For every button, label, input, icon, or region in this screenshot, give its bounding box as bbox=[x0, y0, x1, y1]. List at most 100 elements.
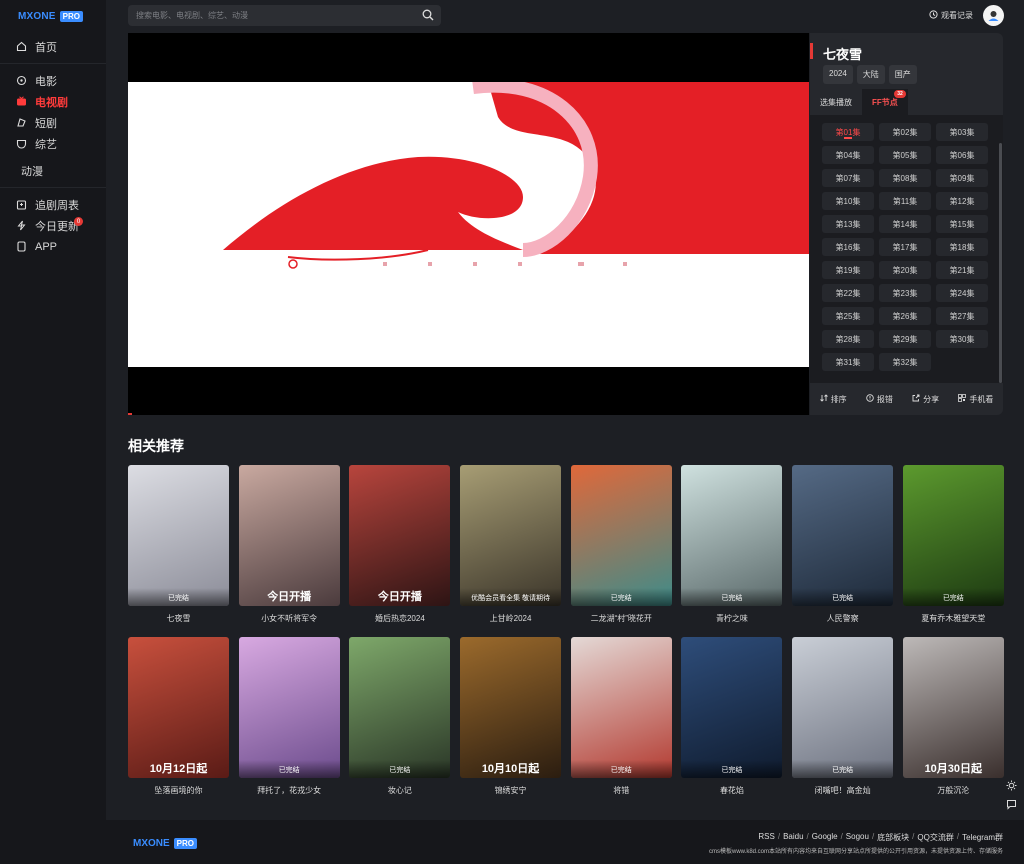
tab-ff-node[interactable]: FF节点 32 bbox=[862, 89, 908, 115]
poster-image[interactable]: 已完结 bbox=[792, 465, 894, 606]
nav-item-schedule[interactable]: 追剧周表 bbox=[0, 194, 106, 215]
video-player[interactable] bbox=[128, 33, 809, 415]
sort-button[interactable]: 排序 bbox=[819, 394, 847, 405]
footer-link[interactable]: QQ交流群 bbox=[917, 832, 953, 843]
footer-link[interactable]: Google bbox=[812, 832, 838, 843]
nav-item-today-updates[interactable]: 今日更新 0 bbox=[0, 215, 106, 236]
poster-image[interactable]: 优酷会员看全集 敬请期待 bbox=[460, 465, 562, 606]
nav-item-app[interactable]: APP bbox=[0, 236, 106, 257]
episode-button[interactable]: 第12集 bbox=[936, 192, 988, 210]
footer-logo[interactable]: MXONE PRO bbox=[133, 838, 198, 849]
video-progress-bar[interactable] bbox=[128, 413, 132, 415]
watch-history-link[interactable]: 观看记录 bbox=[929, 10, 973, 21]
poster-image[interactable]: 今日开播 bbox=[349, 465, 451, 606]
poster-image[interactable]: 已完结 bbox=[570, 637, 672, 778]
poster-image[interactable]: 已完结 bbox=[902, 465, 1004, 606]
nav-item-movie[interactable]: 电影 bbox=[0, 70, 106, 91]
related-card[interactable]: 已完结 二龙湖“村”晓花开 bbox=[570, 465, 672, 624]
episode-button[interactable]: 第15集 bbox=[936, 215, 988, 233]
related-card[interactable]: 10月12日起 坠落画境的你 bbox=[128, 637, 229, 796]
footer-link[interactable]: Telegram群 bbox=[962, 832, 1003, 843]
related-card[interactable]: 10月30日起 万般沉沦 bbox=[902, 637, 1004, 796]
poster-image[interactable]: 已完结 bbox=[792, 637, 894, 778]
related-card[interactable]: 已完结 人民警察 bbox=[792, 465, 894, 624]
mobile-watch-button[interactable]: 手机看 bbox=[958, 394, 993, 405]
tab-episode-select[interactable]: 选集播放 bbox=[810, 89, 862, 115]
related-card[interactable]: 优酷会员看全集 敬请期待 上甘岭2024 bbox=[460, 465, 562, 624]
tag-category[interactable]: 国产 bbox=[888, 65, 917, 84]
nav-item-tv[interactable]: 电视剧 bbox=[0, 91, 106, 112]
report-button[interactable]: 报错 bbox=[866, 394, 893, 405]
episode-button[interactable]: 第23集 bbox=[879, 284, 931, 302]
episode-button[interactable]: 第16集 bbox=[822, 238, 874, 256]
poster-image[interactable]: 已完结 bbox=[128, 465, 229, 606]
episode-button[interactable]: 第32集 bbox=[879, 353, 931, 371]
episode-button[interactable]: 第10集 bbox=[822, 192, 874, 210]
episode-button[interactable]: 第03集 bbox=[936, 123, 988, 141]
episode-button[interactable]: 第05集 bbox=[879, 146, 931, 164]
related-card[interactable]: 已完结 夏有乔木雅望天堂 bbox=[902, 465, 1004, 624]
search-input[interactable] bbox=[136, 11, 416, 20]
poster-image[interactable]: 已完结 bbox=[238, 637, 340, 778]
nav-item-anime[interactable]: 动漫 bbox=[0, 160, 106, 181]
episode-button[interactable]: 第30集 bbox=[936, 330, 988, 348]
episode-button[interactable]: 第02集 bbox=[879, 123, 931, 141]
episode-button[interactable]: 第11集 bbox=[879, 192, 931, 210]
poster-image[interactable]: 已完结 bbox=[681, 465, 783, 606]
footer-link[interactable]: Sogou bbox=[846, 832, 869, 843]
episode-button[interactable]: 第04集 bbox=[822, 146, 874, 164]
poster-image[interactable]: 已完结 bbox=[681, 637, 783, 778]
episode-button[interactable]: 第19集 bbox=[822, 261, 874, 279]
episode-button[interactable]: 第25集 bbox=[822, 307, 874, 325]
related-card[interactable]: 已完结 春花焰 bbox=[681, 637, 783, 796]
episode-button[interactable]: 第17集 bbox=[879, 238, 931, 256]
user-avatar[interactable] bbox=[983, 5, 1004, 26]
poster-image[interactable]: 已完结 bbox=[349, 637, 451, 778]
episode-button[interactable]: 第08集 bbox=[879, 169, 931, 187]
share-button[interactable]: 分享 bbox=[912, 394, 939, 405]
episode-button[interactable]: 第29集 bbox=[879, 330, 931, 348]
tag-year[interactable]: 2024 bbox=[823, 65, 853, 84]
search-icon[interactable] bbox=[422, 9, 434, 24]
related-card[interactable]: 已完结 拜托了，花戎少女 bbox=[238, 637, 340, 796]
related-card[interactable]: 已完结 青柠之味 bbox=[681, 465, 783, 624]
footer-link[interactable]: 底部板块 bbox=[877, 832, 909, 843]
nav-item-short-drama[interactable]: 短剧 bbox=[0, 112, 106, 133]
feedback-icon[interactable] bbox=[1006, 799, 1017, 813]
theme-toggle-icon[interactable] bbox=[1006, 780, 1017, 794]
episode-button[interactable]: 第18集 bbox=[936, 238, 988, 256]
episode-button[interactable]: 第31集 bbox=[822, 353, 874, 371]
related-card[interactable]: 今日开播 婚后热恋2024 bbox=[349, 465, 451, 624]
related-card[interactable]: 已完结 七夜雪 bbox=[128, 465, 229, 624]
nav-item-home[interactable]: 首页 bbox=[0, 36, 106, 57]
footer-link[interactable]: RSS bbox=[758, 832, 774, 843]
episode-button[interactable]: 第09集 bbox=[936, 169, 988, 187]
poster-image[interactable]: 10月30日起 bbox=[902, 637, 1004, 778]
footer-link[interactable]: Baidu bbox=[783, 832, 803, 843]
related-card[interactable]: 已完结 将错 bbox=[570, 637, 672, 796]
nav-item-variety[interactable]: 综艺 bbox=[0, 133, 106, 154]
episode-button[interactable]: 第28集 bbox=[822, 330, 874, 348]
episode-button[interactable]: 第26集 bbox=[879, 307, 931, 325]
poster-image[interactable]: 10月12日起 bbox=[128, 637, 229, 778]
episode-button[interactable]: 第01集 bbox=[822, 123, 874, 141]
related-card[interactable]: 10月10日起 锦绣安宁 bbox=[460, 637, 562, 796]
poster-image[interactable]: 已完结 bbox=[570, 465, 672, 606]
episode-button[interactable]: 第21集 bbox=[936, 261, 988, 279]
episode-button[interactable]: 第22集 bbox=[822, 284, 874, 302]
episode-button[interactable]: 第06集 bbox=[936, 146, 988, 164]
episode-button[interactable]: 第27集 bbox=[936, 307, 988, 325]
poster-image[interactable]: 10月10日起 bbox=[460, 637, 562, 778]
episode-button[interactable]: 第20集 bbox=[879, 261, 931, 279]
tag-region[interactable]: 大陆 bbox=[856, 65, 885, 84]
episode-list-scrollbar[interactable] bbox=[999, 143, 1002, 383]
episode-button[interactable]: 第13集 bbox=[822, 215, 874, 233]
related-card[interactable]: 已完结 闭嘴吧！高金灿 bbox=[792, 637, 894, 796]
episode-button[interactable]: 第14集 bbox=[879, 215, 931, 233]
episode-button[interactable]: 第07集 bbox=[822, 169, 874, 187]
related-card[interactable]: 已完结 妆心记 bbox=[349, 637, 451, 796]
poster-image[interactable]: 今日开播 bbox=[238, 465, 340, 606]
episode-button[interactable]: 第24集 bbox=[936, 284, 988, 302]
site-logo[interactable]: MXONE PRO bbox=[0, 8, 106, 24]
related-card[interactable]: 今日开播 小女不听将军令 bbox=[238, 465, 340, 624]
